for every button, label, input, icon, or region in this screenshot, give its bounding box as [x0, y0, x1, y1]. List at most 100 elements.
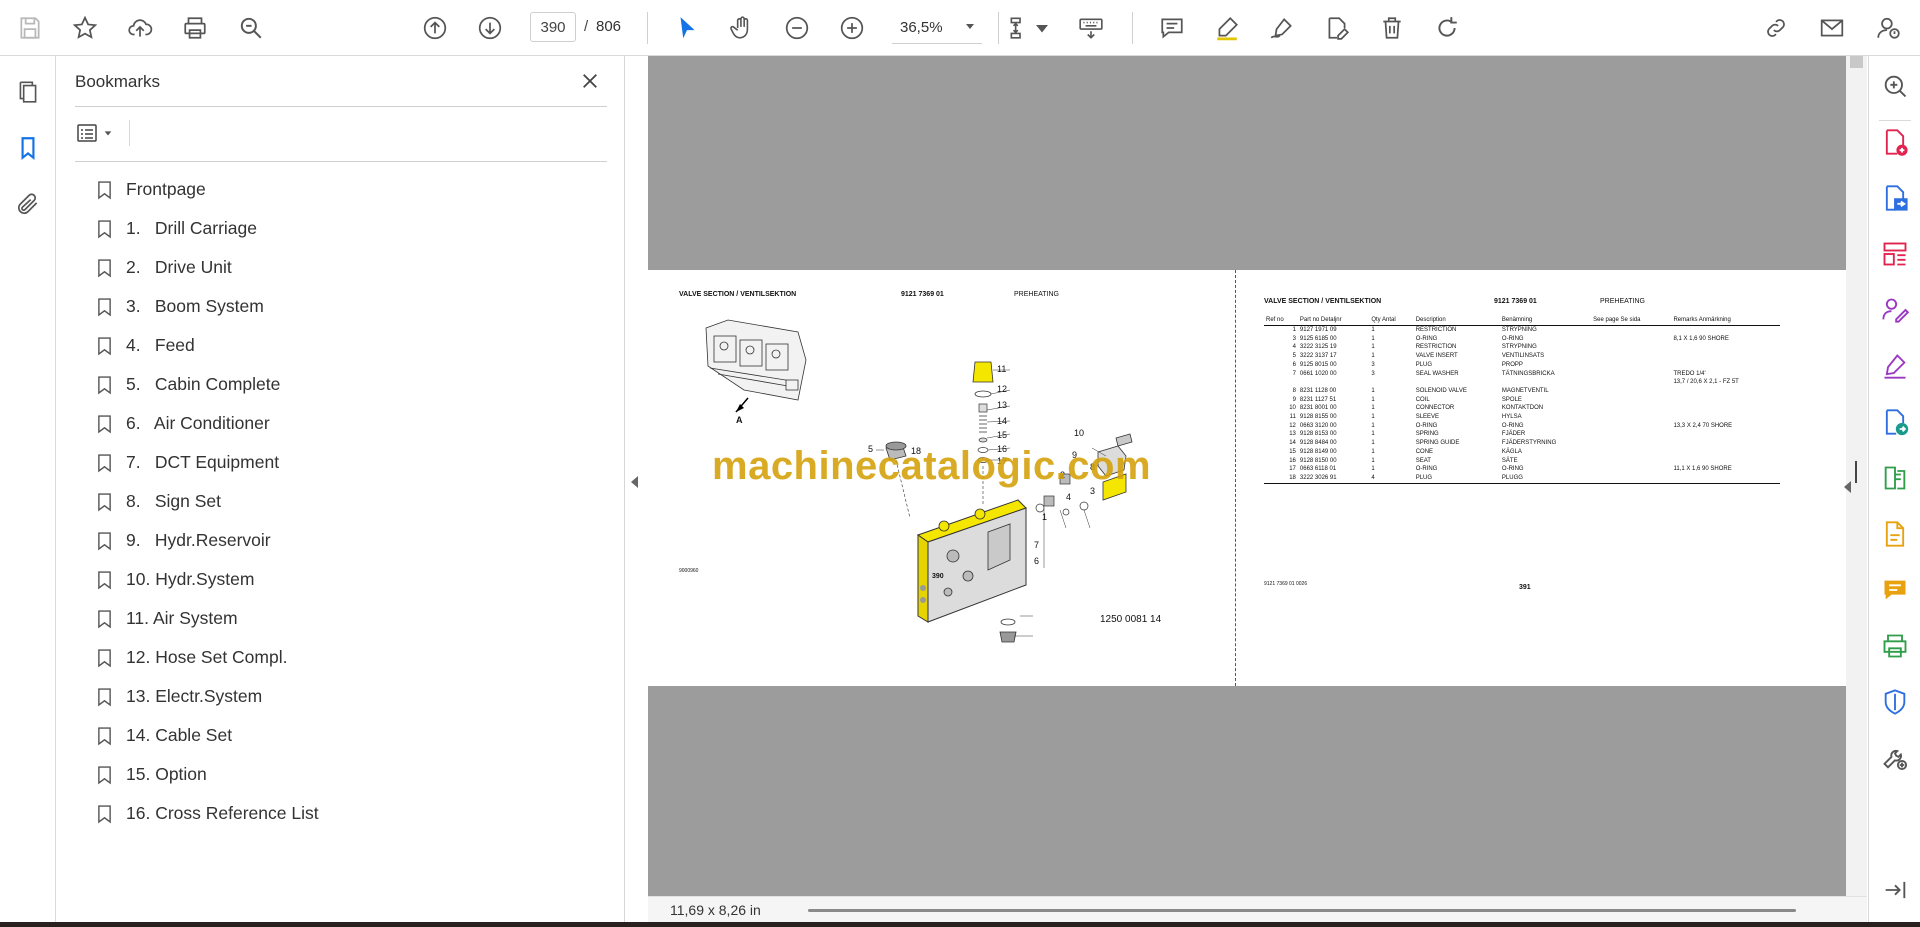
- protect-shield-icon[interactable]: [1879, 686, 1911, 718]
- bookmark-item[interactable]: 13. Electr.System: [94, 677, 604, 716]
- close-icon[interactable]: [577, 68, 603, 94]
- previous-page-icon[interactable]: [419, 12, 451, 44]
- email-icon[interactable]: [1816, 12, 1848, 44]
- comment-tool-icon[interactable]: [1879, 574, 1911, 606]
- table-cell: [1369, 378, 1413, 387]
- bookmark-item[interactable]: 12. Hose Set Compl.: [94, 638, 604, 677]
- callout-4: 4: [1066, 492, 1072, 502]
- right-page-part-no: 9121 7369 01: [1494, 298, 1537, 305]
- bookmark-icon: [94, 568, 114, 592]
- bookmark-item[interactable]: 8. Sign Set: [94, 482, 604, 521]
- fill-sign-icon[interactable]: [1879, 350, 1911, 382]
- collapse-left-panel-icon[interactable]: [631, 476, 638, 488]
- next-page-icon[interactable]: [474, 12, 506, 44]
- table-cell: 5: [1292, 353, 1296, 360]
- send-review-icon[interactable]: [1879, 406, 1911, 438]
- keyboard-icon[interactable]: [1075, 12, 1107, 44]
- search-zoom-icon[interactable]: [1879, 70, 1911, 102]
- bookmark-item[interactable]: 1. Drill Carriage: [94, 209, 604, 248]
- bookmark-text: Frontpage: [126, 179, 206, 199]
- table-cell: 18: [1264, 473, 1298, 484]
- compare-files-icon[interactable]: [1879, 462, 1911, 494]
- table-cell: [1591, 448, 1671, 457]
- draw-sign-icon[interactable]: [1266, 12, 1298, 44]
- table-cell: 7: [1292, 370, 1296, 377]
- bookmark-item[interactable]: 16. Cross Reference List: [94, 794, 604, 833]
- column-header: Qty Antal: [1369, 316, 1414, 326]
- bookmark-item[interactable]: 2. Drive Unit: [94, 248, 604, 287]
- page-number-input[interactable]: [530, 12, 576, 42]
- splitter-handle[interactable]: [1855, 461, 1857, 483]
- table-cell: PROPP: [1501, 361, 1523, 368]
- vertical-scroll-thumb[interactable]: [1850, 56, 1863, 68]
- bookmark-item[interactable]: 5. Cabin Complete: [94, 365, 604, 404]
- rotate-redo-icon[interactable]: [1431, 12, 1463, 44]
- bookmark-item[interactable]: 7. DCT Equipment: [94, 443, 604, 482]
- upload-cloud-icon[interactable]: [124, 12, 156, 44]
- zoom-out-icon[interactable]: [781, 12, 813, 44]
- share-link-icon[interactable]: [1760, 12, 1792, 44]
- page-thumbnails-icon[interactable]: [12, 76, 44, 108]
- bookmark-number: 11.: [126, 608, 150, 628]
- create-pdf-icon[interactable]: [1879, 126, 1911, 158]
- table-cell: [1500, 378, 1591, 387]
- organize-pages-icon[interactable]: [1879, 238, 1911, 270]
- chevron-down-icon[interactable]: [1033, 12, 1051, 44]
- highlight-pen-icon[interactable]: [1211, 12, 1243, 44]
- left-page-number: 390: [932, 573, 944, 580]
- bookmark-item[interactable]: 6. Air Conditioner: [94, 404, 604, 443]
- scan-ocr-icon[interactable]: [1879, 518, 1911, 550]
- comment-icon[interactable]: [1156, 12, 1188, 44]
- save-icon[interactable]: [14, 12, 46, 44]
- table-cell: SPOLE: [1501, 396, 1522, 403]
- page-fit-icon[interactable]: [1004, 12, 1036, 44]
- delete-trash-icon[interactable]: [1376, 12, 1408, 44]
- table-cell: TÄTNINGSBRICKA: [1501, 370, 1555, 377]
- page-size-label: 11,69 x 8,26 in: [670, 902, 761, 918]
- select-cursor-icon[interactable]: [671, 12, 703, 44]
- bookmark-label: 9. Hydr.Reservoir: [126, 530, 271, 551]
- horizontal-scrollbar[interactable]: [808, 909, 1796, 912]
- bookmark-item[interactable]: 15. Option: [94, 755, 604, 794]
- account-user-icon[interactable]: [1872, 12, 1904, 44]
- more-tools-icon[interactable]: [1879, 742, 1911, 774]
- table-cell: 9128 8153 00: [1299, 431, 1337, 438]
- document-viewport[interactable]: VALVE SECTION / VENTILSEKTION 9121 7369 …: [626, 56, 1867, 922]
- table-cell: [1591, 457, 1671, 466]
- bookmark-options-button[interactable]: [75, 118, 125, 148]
- bookmarks-panel-icon[interactable]: [12, 132, 44, 164]
- expand-panel-icon[interactable]: [1879, 874, 1911, 906]
- bookmark-star-icon[interactable]: [69, 12, 101, 44]
- bookmark-item[interactable]: 10. Hydr.System: [94, 560, 604, 599]
- table-cell: [1591, 465, 1671, 474]
- attachments-paperclip-icon[interactable]: [12, 188, 44, 220]
- export-pdf-icon[interactable]: [1879, 182, 1911, 214]
- print-production-icon[interactable]: [1879, 630, 1911, 662]
- bookmark-item[interactable]: 14. Cable Set: [94, 716, 604, 755]
- find-search-icon[interactable]: [235, 12, 267, 44]
- bookmark-number: 12.: [126, 647, 151, 667]
- table-cell: RESTRICTION: [1415, 327, 1457, 333]
- table-cell: STRYPNING: [1501, 344, 1537, 351]
- table-cell: 3222 3026 91: [1297, 473, 1370, 484]
- table-row: 1 9127 1971 09 1 RESTRICTION STRYPNING: [1264, 326, 1780, 335]
- collapse-right-panel-icon[interactable]: [1844, 481, 1851, 493]
- print-icon[interactable]: [179, 12, 211, 44]
- edit-document-icon[interactable]: [1321, 12, 1353, 44]
- request-signatures-icon[interactable]: [1879, 294, 1911, 326]
- bookmark-icon: [94, 802, 114, 826]
- bookmark-item[interactable]: 9. Hydr.Reservoir: [94, 521, 604, 560]
- hand-tool-icon[interactable]: [726, 12, 758, 44]
- zoom-select[interactable]: 36,5%: [892, 12, 982, 44]
- bookmark-item[interactable]: Frontpage: [94, 170, 604, 209]
- bookmark-item[interactable]: 11. Air System: [94, 599, 604, 638]
- zoom-value: 36,5%: [900, 19, 943, 36]
- table-row: 16 9128 8150 00 1 SEAT SÄTE: [1264, 457, 1780, 466]
- detail-label: A: [736, 415, 743, 425]
- bookmark-item[interactable]: 3. Boom System: [94, 287, 604, 326]
- table-cell: 1: [1371, 387, 1375, 394]
- zoom-in-icon[interactable]: [836, 12, 868, 44]
- bookmark-item[interactable]: 4. Feed: [94, 326, 604, 365]
- table-cell: 3: [1371, 370, 1375, 377]
- right-page-subtitle: PREHEATING: [1600, 298, 1645, 305]
